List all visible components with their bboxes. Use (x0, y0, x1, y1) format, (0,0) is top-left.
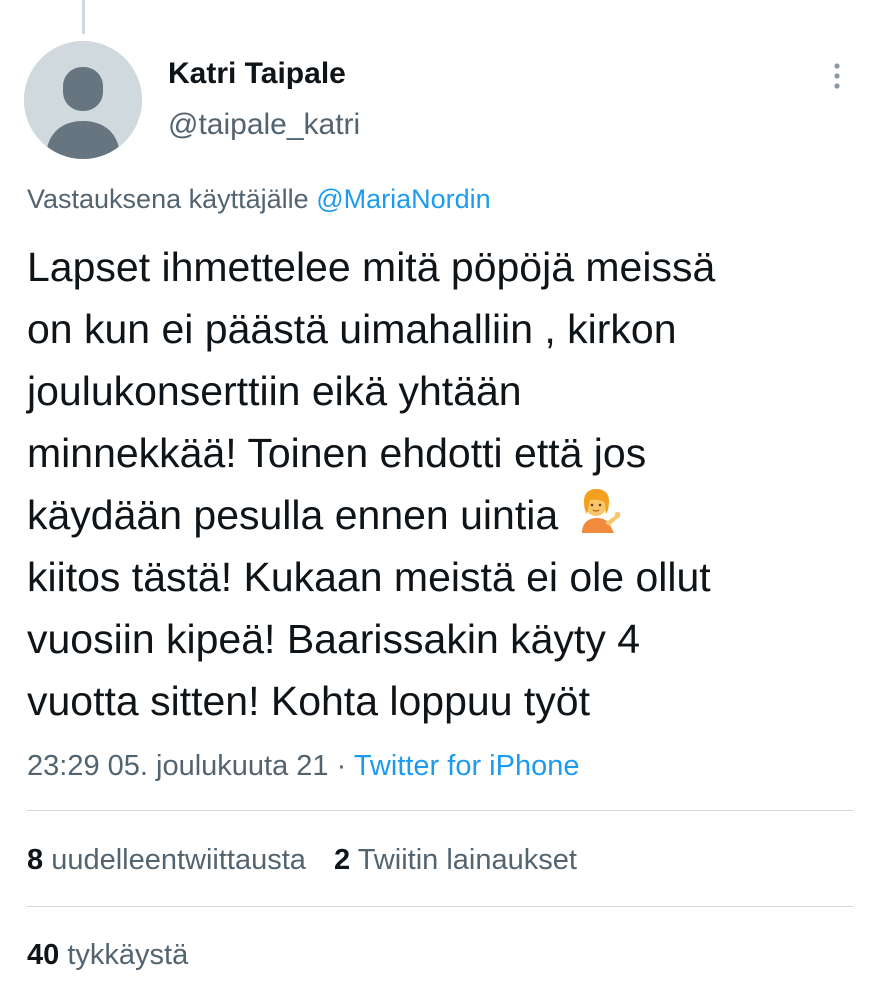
tweet-text: Lapset ihmettelee mitä pöpöjä meissä on … (27, 236, 867, 732)
likes-count: 40 (27, 939, 60, 971)
avatar[interactable] (24, 41, 142, 159)
retweets-label: uudelleentwiittausta (51, 844, 306, 876)
more-options-button[interactable] (822, 58, 852, 94)
tweet-text-line: vuosiin kipeä! Baarissakin käyty 4 (27, 616, 641, 662)
person-tipping-hand-emoji (574, 487, 620, 533)
retweets-stat[interactable]: 8 uudelleentwiittausta (27, 844, 306, 876)
quotes-label: Twiitin lainaukset (357, 844, 577, 876)
thread-connector-line (82, 0, 85, 34)
stats-divider-top (27, 810, 853, 811)
stats-row-likes: 40 tykkäystä (27, 937, 188, 973)
reply-context-prefix: Vastauksena käyttäjälle (27, 184, 309, 214)
tweet-text-line: minnekkää! Toinen ehdotti että jos (27, 430, 647, 476)
stats-row-retweets: 8 uudelleentwiittausta 2 Twiitin lainauk… (27, 842, 577, 878)
tweet-text-line: vuotta sitten! Kohta loppuu työt (27, 678, 590, 724)
stats-divider-middle (27, 906, 853, 907)
meta-separator: · (336, 750, 347, 782)
author-display-name[interactable]: Katri Taipale (168, 56, 346, 92)
likes-label: tykkäystä (67, 939, 189, 971)
tweet-text-line: Lapset ihmettelee mitä pöpöjä meissä (27, 244, 716, 290)
quotes-count: 2 (334, 844, 351, 876)
tweet-metadata: 23:29 05. joulukuuta 21 · Twitter for iP… (27, 748, 579, 784)
likes-stat[interactable]: 40 tykkäystä (27, 939, 188, 971)
tweet-text-line: joulukonserttiin eikä yhtään (27, 368, 522, 414)
retweets-count: 8 (27, 844, 44, 876)
reply-context: Vastauksena käyttäjälle @MariaNordin (27, 182, 491, 216)
tweet-source-link[interactable]: Twitter for iPhone (354, 750, 580, 782)
more-vertical-icon (834, 63, 840, 89)
default-avatar-icon (24, 41, 142, 159)
reply-mention-link[interactable]: @MariaNordin (316, 184, 490, 214)
tweet-text-line: käydään pesulla ennen uintia (27, 492, 559, 538)
author-handle[interactable]: @taipale_katri (168, 107, 360, 143)
tweet-text-line: on kun ei päästä uimahalliin , kirkon (27, 306, 677, 352)
tweet-text-line-with-emoji: käydään pesulla ennen uintia (27, 484, 867, 546)
tweet-timestamp[interactable]: 23:29 05. joulukuuta 21 (27, 750, 329, 782)
quotes-stat[interactable]: 2 Twiitin lainaukset (334, 844, 577, 876)
tweet-text-line: kiitos tästä! Kukaan meistä ei ole ollut (27, 554, 711, 600)
